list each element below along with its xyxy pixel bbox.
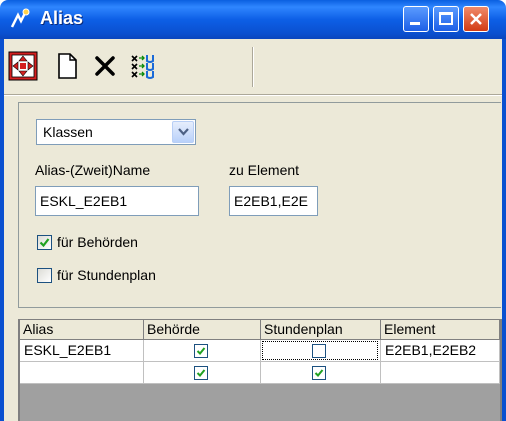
grid-cell-behoerde[interactable] xyxy=(144,340,261,362)
stundenplan-label[interactable]: für Stundenplan xyxy=(57,267,156,283)
behoerden-label[interactable]: für Behörden xyxy=(57,234,138,250)
grid-cell-behoerde[interactable] xyxy=(144,362,261,384)
toolbar xyxy=(4,41,502,93)
column-header-behoerde[interactable]: Behörde xyxy=(144,320,261,340)
grid-checkbox-behoerde[interactable] xyxy=(194,344,208,358)
minimize-button[interactable] xyxy=(403,6,429,32)
grid-cell-stundenplan[interactable] xyxy=(261,362,381,384)
type-select[interactable]: Klassen xyxy=(36,119,196,145)
move-icon[interactable] xyxy=(8,51,38,81)
window-border-left xyxy=(0,39,4,421)
column-header-alias[interactable]: Alias xyxy=(20,320,144,340)
element-field[interactable]: E2EB1,E2E xyxy=(229,186,318,216)
toolbar-divider xyxy=(4,94,502,96)
grid-cell-stundenplan[interactable] xyxy=(261,340,381,362)
checkmark-icon xyxy=(314,369,324,377)
swap-columns-icon[interactable] xyxy=(128,51,158,81)
checkmark-icon xyxy=(196,347,206,355)
delete-icon[interactable] xyxy=(90,51,120,81)
checkmark-icon xyxy=(39,238,50,248)
type-select-value: Klassen xyxy=(43,124,93,140)
alias-name-label: Alias-(Zweit)Name xyxy=(35,162,151,178)
close-button[interactable] xyxy=(463,6,489,32)
grid-cell-alias[interactable]: ESKL_E2EB1 xyxy=(20,340,144,362)
grid-cell-element[interactable]: E2EB1,E2EB2 xyxy=(381,340,500,362)
element-label: zu Element xyxy=(229,162,300,178)
close-icon xyxy=(470,13,482,25)
window-title: Alias xyxy=(40,8,84,28)
title-bar: Alias xyxy=(0,0,506,39)
chevron-down-icon xyxy=(178,128,189,136)
grid-checkbox-behoerde[interactable] xyxy=(194,366,208,380)
column-header-stundenplan[interactable]: Stundenplan xyxy=(261,320,381,340)
behoerden-checkbox[interactable] xyxy=(37,235,52,250)
window-border-right xyxy=(502,39,506,421)
checkmark-icon xyxy=(196,369,206,377)
grid-cell-element[interactable] xyxy=(381,362,500,384)
alias-name-field[interactable]: ESKL_E2EB1 xyxy=(35,186,199,216)
new-document-icon[interactable] xyxy=(52,51,82,81)
stundenplan-checkbox[interactable] xyxy=(37,268,52,283)
app-icon xyxy=(10,8,30,28)
grid-checkbox-stundenplan[interactable] xyxy=(312,344,326,358)
toolbar-separator xyxy=(252,47,254,87)
dropdown-button[interactable] xyxy=(172,121,194,143)
column-header-element[interactable]: Element xyxy=(381,320,500,340)
grid-cell-alias[interactable] xyxy=(20,362,144,384)
maximize-button[interactable] xyxy=(433,6,459,32)
grid-checkbox-stundenplan[interactable] xyxy=(312,366,326,380)
